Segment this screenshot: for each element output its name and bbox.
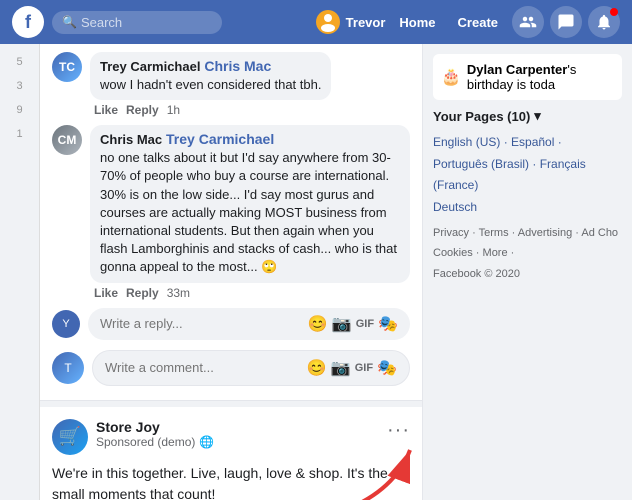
comment-input-avatar: T — [52, 352, 84, 384]
post-page-info: Store Joy Sponsored (demo) 🌐 — [96, 419, 379, 449]
avatar — [316, 10, 340, 34]
comment-input[interactable] — [105, 360, 301, 375]
comment-chris-text: no one talks about it but I'd say anywhe… — [100, 149, 400, 276]
privacy-link[interactable]: Privacy — [433, 227, 469, 239]
comment-chris-mention[interactable]: Trey Carmichael — [166, 131, 274, 147]
feed: TC Trey Carmichael Chris Mac wow I hadn'… — [40, 44, 422, 500]
store-joy-avatar: 🛒 — [52, 419, 88, 455]
reply-input[interactable] — [100, 316, 302, 331]
trey-like-button[interactable]: Like — [94, 103, 118, 117]
chevron-down-icon: ▾ — [534, 108, 541, 124]
post-header: 🛒 Store Joy Sponsored (demo) 🌐 ··· — [52, 419, 410, 455]
comment-trey-bubble: Trey Carmichael Chris Mac wow I hadn't e… — [90, 52, 331, 100]
notifications-icon-button[interactable] — [588, 6, 620, 38]
post-page-name[interactable]: Store Joy — [96, 419, 379, 435]
left-sidebar: 5 3 9 1 — [0, 44, 40, 500]
emoji-icon[interactable]: 😊 — [308, 314, 328, 334]
home-nav-link[interactable]: Home — [391, 11, 443, 34]
photo-icon[interactable]: 📷 — [332, 314, 352, 334]
friends-icon-button[interactable] — [512, 6, 544, 38]
post-sponsored-label: Sponsored (demo) 🌐 — [96, 435, 379, 449]
comment-input-box[interactable]: 😊 📷 GIF 🎭 — [92, 350, 410, 386]
birthday-text: Dylan Carpenter's birthday is toda — [467, 62, 614, 92]
comment-chris-actions: Like Reply 33m — [94, 286, 410, 300]
pages-section: Your Pages (10) ▾ — [433, 108, 622, 124]
messenger-icon-button[interactable] — [550, 6, 582, 38]
chris-like-button[interactable]: Like — [94, 286, 118, 300]
comment-photo-icon[interactable]: 📷 — [331, 358, 351, 378]
trey-reply-button[interactable]: Reply — [126, 103, 159, 117]
reply-input-icons: 😊 📷 GIF 🎭 — [308, 314, 398, 334]
comment-chris: CM Chris Mac Trey Carmichael no one talk… — [52, 125, 410, 299]
main-layout: 5 3 9 1 TC Trey Carmichael Chris Mac wow… — [0, 44, 632, 500]
privacy-links: Privacy · Terms · Advertising · Ad Cho C… — [433, 224, 622, 264]
comment-emoji-icon[interactable]: 😊 — [307, 358, 327, 378]
nav-user: Trevor — [316, 10, 386, 34]
comment-trey-content: Trey Carmichael Chris Mac wow I hadn't e… — [90, 52, 331, 117]
pages-title[interactable]: Your Pages (10) ▾ — [433, 108, 622, 124]
globe-icon: 🌐 — [199, 435, 214, 449]
reply-input-avatar: Y — [52, 310, 80, 338]
cookies-link[interactable]: Cookies — [433, 247, 473, 259]
sticker-icon[interactable]: 🎭 — [378, 314, 398, 334]
search-bar[interactable]: 🔍 — [52, 11, 222, 34]
comment-trey-mention[interactable]: Chris Mac — [204, 58, 271, 74]
comment-sticker-icon[interactable]: 🎭 — [377, 358, 397, 378]
lang-espanol[interactable]: Español — [511, 135, 554, 149]
comment-trey-text: wow I hadn't even considered that tbh. — [100, 76, 321, 94]
avatar-trey: TC — [52, 52, 82, 82]
comment-trey-author[interactable]: Trey Carmichael — [100, 59, 200, 74]
sidebar-num-1: 1 — [12, 124, 26, 144]
search-input[interactable] — [81, 15, 211, 30]
sponsored-post: 🛒 Store Joy Sponsored (demo) 🌐 ··· We're… — [40, 407, 422, 500]
lang-portugues[interactable]: Português (Brasil) — [433, 157, 529, 171]
facebook-logo[interactable]: f — [12, 6, 44, 38]
comment-trey-actions: Like Reply 1h — [94, 103, 331, 117]
comment-input-icons: 😊 📷 GIF 🎭 — [307, 358, 397, 378]
search-icon: 🔍 — [62, 15, 77, 29]
terms-link[interactable]: Terms — [479, 227, 509, 239]
three-dots-icon[interactable]: ··· — [387, 419, 410, 442]
birthday-notice: 🎂 Dylan Carpenter's birthday is toda — [433, 54, 622, 100]
adcho-link[interactable]: Ad Cho — [581, 227, 618, 239]
user-name-label: Trevor — [346, 15, 386, 30]
navbar-left: f 🔍 — [12, 6, 222, 38]
sidebar-num-5: 5 — [12, 52, 26, 72]
reply-input-box[interactable]: 😊 📷 GIF 🎭 — [88, 308, 410, 340]
lang-deutsch[interactable]: Deutsch — [433, 200, 477, 214]
copyright-text: Facebook © 2020 — [433, 268, 622, 280]
advertising-link[interactable]: Advertising — [518, 227, 572, 239]
comment-gif-icon[interactable]: GIF — [355, 362, 373, 374]
trey-comment-time: 1h — [167, 103, 180, 117]
create-nav-link[interactable]: Create — [450, 11, 506, 34]
comment-trey: TC Trey Carmichael Chris Mac wow I hadn'… — [52, 52, 410, 117]
avatar-chris: CM — [52, 125, 82, 155]
chris-reply-button[interactable]: Reply — [126, 286, 159, 300]
navbar-right: Trevor Home Create — [316, 6, 620, 38]
comment-section: TC Trey Carmichael Chris Mac wow I hadn'… — [40, 44, 422, 401]
more-link[interactable]: More — [483, 247, 508, 259]
notification-badge — [610, 8, 618, 16]
reply-input-row: Y 😊 📷 GIF 🎭 — [52, 308, 410, 340]
chris-comment-time: 33m — [167, 286, 190, 300]
language-links: English (US) · Español · Português (Bras… — [433, 132, 622, 218]
comment-chris-content: Chris Mac Trey Carmichael no one talks a… — [90, 125, 410, 299]
lang-english[interactable]: English (US) — [433, 135, 500, 149]
post-text: We're in this together. Live, laugh, lov… — [52, 463, 410, 500]
gif-icon[interactable]: GIF — [356, 318, 374, 330]
navbar: f 🔍 Trevor Home Create — [0, 0, 632, 44]
comment-input-row: T 😊 📷 GIF 🎭 — [52, 344, 410, 392]
post-more-button[interactable]: ··· — [387, 419, 410, 442]
sidebar-num-3: 3 — [12, 76, 26, 96]
comment-chris-bubble: Chris Mac Trey Carmichael no one talks a… — [90, 125, 410, 282]
sidebar-num-9: 9 — [12, 100, 26, 120]
comment-chris-author[interactable]: Chris Mac — [100, 132, 162, 147]
birthday-icon: 🎂 — [441, 67, 461, 87]
right-sidebar: 🎂 Dylan Carpenter's birthday is toda You… — [422, 44, 632, 500]
